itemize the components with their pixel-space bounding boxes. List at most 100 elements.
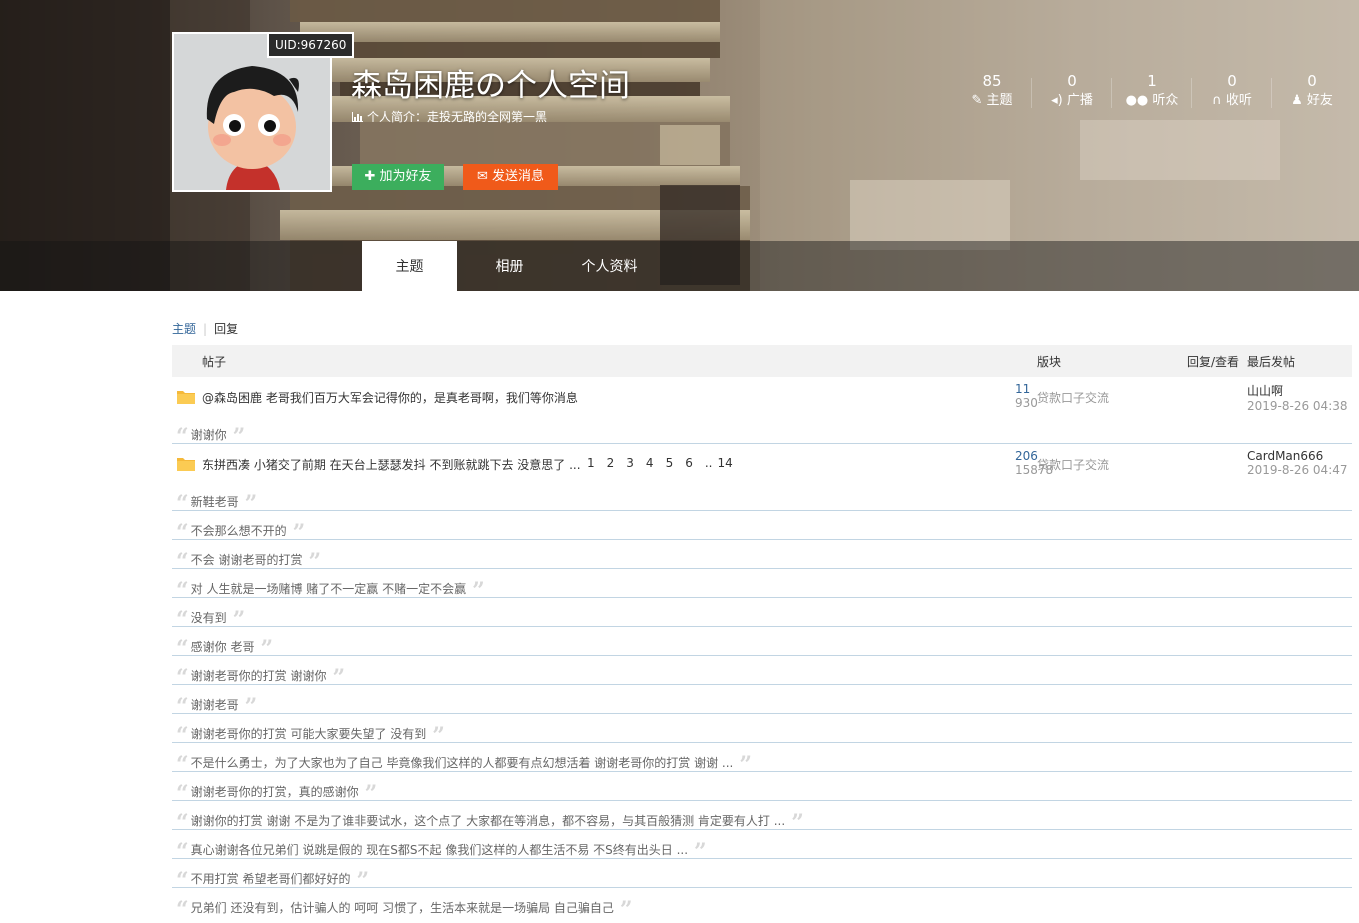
reply-quote[interactable]: “不用打赏 希望老哥们都好好的”	[172, 859, 1352, 894]
reply-quote-text: 不会那么想不开的	[190, 524, 287, 538]
reply-view-count: 206 15878	[1015, 449, 1053, 477]
reply-count[interactable]: 11	[1015, 382, 1038, 396]
folder-icon	[177, 391, 195, 404]
stat-listeners[interactable]: 1 ●● 听众	[1112, 72, 1192, 112]
stat-topics-label: 主题	[986, 93, 1013, 108]
send-message-label: 发送消息	[491, 169, 544, 184]
send-message-button[interactable]: ✉ 发送消息	[463, 164, 558, 190]
close-quote-icon: ”	[619, 897, 633, 923]
reply-quote[interactable]: “不会 谢谢老哥的打赏”	[172, 540, 1352, 575]
profile-intro: 个人简介：走投无路的全网第一黑	[352, 108, 547, 125]
stat-topics-count: 85	[982, 72, 1002, 90]
reply-quote-text: 谢谢老哥你的打赏，真的感谢你	[190, 785, 359, 799]
tab-profile[interactable]: 个人资料	[562, 241, 657, 291]
stat-broadcast-label: 广播	[1066, 93, 1093, 108]
stat-friends[interactable]: 0 ♟ 好友	[1272, 72, 1352, 112]
view-count: 15878	[1015, 463, 1054, 477]
stat-listeners-count: 1	[1147, 72, 1157, 90]
page-ellipsis: ..	[704, 456, 713, 470]
subtab-reply[interactable]: 回复	[214, 322, 238, 336]
profile-intro-text: 个人简介：走投无路的全网第一黑	[367, 110, 548, 124]
reply-quote-text: 不会 谢谢老哥的打赏	[190, 553, 303, 567]
stat-broadcast[interactable]: 0 ◂) 广播	[1032, 72, 1112, 112]
tab-topics[interactable]: 主题	[362, 241, 457, 291]
page-link[interactable]: 14	[717, 456, 732, 470]
thread-pagination: 1 2 3 4 5 6.. 14	[587, 456, 745, 470]
bar-chart-icon	[352, 112, 363, 122]
stat-following-count: 0	[1227, 72, 1237, 90]
group-icon: ●●	[1125, 93, 1149, 108]
reply-quote[interactable]: “不是什么勇士，为了大家也为了自己 毕竟像我们这样的人都要有点幻想活着 谢谢老哥…	[172, 743, 1352, 778]
header-forum: 版块	[1037, 355, 1062, 369]
open-quote-icon: “	[176, 424, 189, 450]
space-title: 森岛困鹿の个人空间	[351, 68, 630, 104]
reply-quote[interactable]: “真心谢谢各位兄弟们 说跳是假的 现在S都S不起 像我们这样的人都生活不易 不S…	[172, 830, 1352, 865]
user-icon: ♟	[1291, 93, 1303, 108]
reply-quote-text: 不是什么勇士，为了大家也为了自己 毕竟像我们这样的人都要有点幻想活着 谢谢老哥你…	[190, 756, 734, 770]
reply-quote-text: 没有到	[190, 611, 227, 625]
stat-friends-label: 好友	[1306, 93, 1333, 108]
reply-quote-text: 不用打赏 希望老哥们都好好的	[190, 872, 351, 886]
divider: |	[203, 322, 208, 336]
reply-quote[interactable]: “谢谢老哥”	[172, 685, 1352, 720]
page-link[interactable]: 3	[626, 456, 634, 470]
reply-quote[interactable]: “不会那么想不开的”	[172, 511, 1352, 546]
table-header: 帖子 版块 回复/查看 最后发帖	[172, 345, 1352, 377]
reply-quote[interactable]: “感谢你 老哥”	[172, 627, 1352, 662]
reply-quote-text: 新鞋老哥	[190, 495, 239, 509]
reply-quote[interactable]: “谢谢老哥你的打赏 谢谢你”	[172, 656, 1352, 691]
speaker-icon: ◂)	[1051, 93, 1063, 108]
stat-friends-count: 0	[1307, 72, 1317, 90]
space-nav-bar	[0, 241, 1359, 291]
view-count: 930	[1015, 396, 1038, 410]
open-quote-icon: “	[176, 897, 189, 923]
reply-quote-text: 谢谢老哥你的打赏 可能大家要失望了 没有到	[190, 727, 427, 741]
pencil-icon: ✎	[971, 93, 983, 108]
stat-listeners-label: 听众	[1152, 93, 1179, 108]
page-link[interactable]: 2	[607, 456, 615, 470]
subtab-topic[interactable]: 主题	[172, 322, 196, 336]
page-link[interactable]: 1	[587, 456, 595, 470]
thread-title[interactable]: 东拼西凑 小猪交了前期 在天台上瑟瑟发抖 不到账就跳下去 没意思了 ...	[202, 456, 581, 473]
reply-quote-text: 对 人生就是一场赌博 赌了不一定赢 不赌一定不会赢	[190, 582, 467, 596]
add-friend-button[interactable]: ✚ 加为好友	[352, 164, 444, 190]
tab-album[interactable]: 相册	[462, 241, 557, 291]
last-post: CardMan666 2019-8-26 04:47	[1247, 449, 1348, 477]
stat-following[interactable]: 0 ∩ 收听	[1192, 72, 1272, 112]
reply-quote[interactable]: “谢谢老哥你的打赏 可能大家要失望了 没有到”	[172, 714, 1352, 749]
page-link[interactable]: 6	[685, 456, 693, 470]
reply-quote[interactable]: “对 人生就是一场赌博 赌了不一定赢 不赌一定不会赢”	[172, 569, 1352, 604]
page-link[interactable]: 4	[646, 456, 654, 470]
reply-quote-text: 谢谢老哥	[190, 698, 239, 712]
reply-quote[interactable]: “没有到”	[172, 598, 1352, 633]
thread-forum[interactable]: 贷款口子交流	[1037, 389, 1109, 406]
headphones-icon: ∩	[1212, 93, 1222, 108]
sub-tabs: 主题 | 回复	[172, 320, 238, 337]
profile-stats: 85 ✎ 主题 0 ◂) 广播 1 ●● 听众 0 ∩ 收听 0 ♟ 好友	[952, 72, 1352, 116]
page-link[interactable]: 5	[666, 456, 674, 470]
plus-icon: ✚	[364, 169, 376, 184]
reply-count[interactable]: 206	[1015, 449, 1053, 463]
reply-quote-text: 谢谢老哥你的打赏 谢谢你	[190, 669, 327, 683]
reply-quote-text: 兄弟们 还没有到，估计骗人的 呵呵 习惯了，生活本来就是一场骗局 自己骗自己	[190, 901, 614, 915]
uid-badge: UID:967260	[267, 32, 355, 58]
last-post-user[interactable]: 山山啊	[1247, 382, 1348, 399]
stat-topics[interactable]: 85 ✎ 主题	[952, 72, 1032, 112]
last-post: 山山啊 2019-8-26 04:38	[1247, 382, 1348, 413]
last-post-date: 2019-8-26 04:38	[1247, 399, 1348, 413]
header-last-post: 最后发帖	[1247, 355, 1296, 369]
header-post: 帖子	[202, 355, 227, 369]
reply-quote[interactable]: “谢谢你的打赏 谢谢 不是为了谁非要试水，这个点了 大家都在等消息，都不容易，与…	[172, 801, 1352, 836]
reply-quote[interactable]: “兄弟们 还没有到，估计骗人的 呵呵 习惯了，生活本来就是一场骗局 自己骗自己 ”	[172, 888, 1352, 923]
last-post-date: 2019-8-26 04:47	[1247, 463, 1348, 477]
reply-quote[interactable]: “谢谢老哥你的打赏，真的感谢你”	[172, 772, 1352, 807]
thread-title[interactable]: @森岛困鹿 老哥我们百万大军会记得你的，是真老哥啊，我们等你消息	[202, 389, 578, 406]
folder-icon	[177, 458, 195, 471]
add-friend-label: 加为好友	[379, 169, 432, 184]
last-post-user[interactable]: CardMan666	[1247, 449, 1348, 463]
stat-broadcast-count: 0	[1067, 72, 1077, 90]
reply-quote-text: 谢谢你	[190, 428, 227, 442]
reply-quote[interactable]: “新鞋老哥”	[172, 482, 1352, 517]
reply-quote[interactable]: “谢谢你 ”	[172, 415, 1352, 450]
reply-quote-text: 真心谢谢各位兄弟们 说跳是假的 现在S都S不起 像我们这样的人都生活不易 不S终…	[190, 843, 689, 857]
